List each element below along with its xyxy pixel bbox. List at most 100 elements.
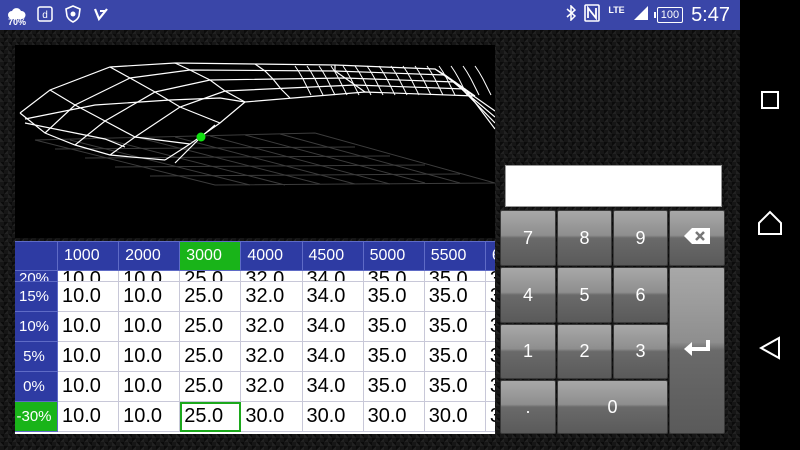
column-header[interactable]: 5000: [362, 241, 425, 271]
value-input-field[interactable]: [505, 165, 722, 207]
fuel-map-table[interactable]: 10002000300040004500500055006000 20%10.0…: [15, 241, 495, 434]
row-header[interactable]: 10%: [15, 311, 58, 342]
table-cell[interactable]: 32.0: [240, 311, 303, 342]
table-cell[interactable]: 35.0: [362, 270, 425, 282]
table-cell[interactable]: 34.0: [301, 341, 364, 372]
table-cell[interactable]: 10.0: [118, 341, 181, 372]
table-cell[interactable]: 32.0: [240, 270, 303, 282]
table-row: -30%10.010.025.030.030.030.030.030.0: [15, 401, 495, 432]
key-6[interactable]: 6: [613, 267, 668, 323]
table-cell[interactable]: 35.0: [423, 281, 486, 312]
checkmark-arrow-icon: [92, 4, 110, 24]
enter-key[interactable]: [669, 267, 725, 434]
back-triangle-icon: [758, 335, 781, 365]
row-header[interactable]: 0%: [15, 371, 58, 402]
key-9[interactable]: 9: [613, 210, 668, 266]
column-header[interactable]: 3000: [179, 241, 242, 271]
key-7[interactable]: 7: [500, 210, 556, 266]
key-5[interactable]: 5: [557, 267, 612, 323]
current-cell-marker: [196, 132, 206, 142]
enter-icon: [683, 339, 711, 362]
column-header[interactable]: 4500: [301, 241, 364, 271]
key-2[interactable]: 2: [557, 324, 612, 379]
table-row: 10%10.010.025.032.034.035.035.035.0: [15, 311, 495, 342]
table-cell[interactable]: 35.0: [362, 311, 425, 342]
svg-text:d: d: [42, 10, 48, 21]
shield-icon: [64, 4, 82, 24]
table-cell[interactable]: 10.0: [118, 401, 181, 432]
table-cell[interactable]: 35.0: [423, 311, 486, 342]
recents-button[interactable]: [750, 82, 790, 122]
column-header[interactable]: 6000: [484, 241, 495, 271]
table-cell[interactable]: 35.0: [362, 371, 425, 402]
table-cell[interactable]: 10.0: [56, 341, 120, 372]
table-cell[interactable]: 25.0: [179, 341, 242, 372]
key-8[interactable]: 8: [557, 210, 612, 266]
table-cell[interactable]: 10.0: [118, 270, 181, 282]
map-3d-view[interactable]: [15, 45, 496, 238]
table-cell[interactable]: 35.0: [484, 311, 495, 342]
table-cell[interactable]: 34.0: [301, 281, 364, 312]
backspace-key[interactable]: [669, 210, 725, 266]
table-cell[interactable]: 30.0: [240, 401, 303, 432]
table-cell[interactable]: 30.0: [301, 401, 364, 432]
column-header[interactable]: 1000: [56, 241, 120, 271]
table-cell[interactable]: 32.0: [240, 371, 303, 402]
table-cell[interactable]: 35.0: [423, 270, 486, 282]
row-header[interactable]: -30%: [15, 401, 58, 432]
network-type: LTE: [608, 5, 625, 15]
table-cell[interactable]: 35.0: [484, 341, 495, 372]
table-cell[interactable]: 32.0: [240, 341, 303, 372]
table-cell[interactable]: 10.0: [56, 401, 120, 432]
table-corner: [15, 241, 58, 271]
table-cell[interactable]: 34.0: [301, 371, 364, 402]
battery-indicator: 100: [653, 7, 684, 23]
home-circle-icon: [757, 210, 783, 241]
table-cell[interactable]: 35.0: [484, 281, 495, 312]
table-cell[interactable]: 35.0: [362, 341, 425, 372]
recents-square-icon: [760, 90, 780, 115]
table-cell[interactable]: 30.0: [484, 401, 495, 432]
table-cell[interactable]: 10.0: [56, 311, 120, 342]
table-cell[interactable]: 35.0: [484, 371, 495, 402]
table-cell[interactable]: 35.0: [423, 341, 486, 372]
table-cell[interactable]: 34.0: [301, 270, 364, 282]
table-cell[interactable]: 10.0: [118, 281, 181, 312]
table-cell[interactable]: 34.0: [301, 311, 364, 342]
backspace-icon: [683, 227, 711, 250]
table-cell[interactable]: 25.0: [179, 270, 242, 282]
table-cell[interactable]: 30.0: [362, 401, 425, 432]
column-header[interactable]: 2000: [118, 241, 181, 271]
key-4[interactable]: 4: [500, 267, 556, 323]
table-cell[interactable]: 35.0: [423, 371, 486, 402]
table-cell[interactable]: 30.0: [423, 401, 486, 432]
table-cell[interactable]: 10.0: [118, 311, 181, 342]
row-header[interactable]: 5%: [15, 341, 58, 372]
table-cell[interactable]: 32.0: [240, 281, 303, 312]
row-header[interactable]: 20%: [15, 270, 58, 282]
table-cell[interactable]: 25.0: [179, 401, 242, 432]
table-cell[interactable]: 10.0: [56, 281, 120, 312]
key-1[interactable]: 1: [500, 324, 556, 379]
table-cell[interactable]: 10.0: [118, 371, 181, 402]
key-3[interactable]: 3: [613, 324, 668, 379]
table-cell[interactable]: 10.0: [56, 270, 120, 282]
weather-percent: 70%: [8, 17, 27, 27]
bluetooth-icon: [566, 3, 577, 26]
table-cell[interactable]: 25.0: [179, 311, 242, 342]
floor-grid: [34, 132, 496, 186]
table-cell[interactable]: 10.0: [56, 371, 120, 402]
nfc-icon: [584, 3, 601, 27]
row-header[interactable]: 15%: [15, 281, 58, 312]
key-decimal[interactable]: .: [500, 380, 556, 434]
table-cell[interactable]: 35.0: [484, 270, 495, 282]
table-cell[interactable]: 25.0: [179, 281, 242, 312]
back-button[interactable]: [750, 330, 790, 370]
column-header[interactable]: 5500: [423, 241, 486, 271]
key-0[interactable]: 0: [557, 380, 668, 434]
table-cell[interactable]: 25.0: [179, 371, 242, 402]
home-button[interactable]: [750, 205, 790, 245]
table-cell[interactable]: 35.0: [362, 281, 425, 312]
column-header[interactable]: 4000: [240, 241, 303, 271]
clock: 5:47: [691, 3, 730, 26]
